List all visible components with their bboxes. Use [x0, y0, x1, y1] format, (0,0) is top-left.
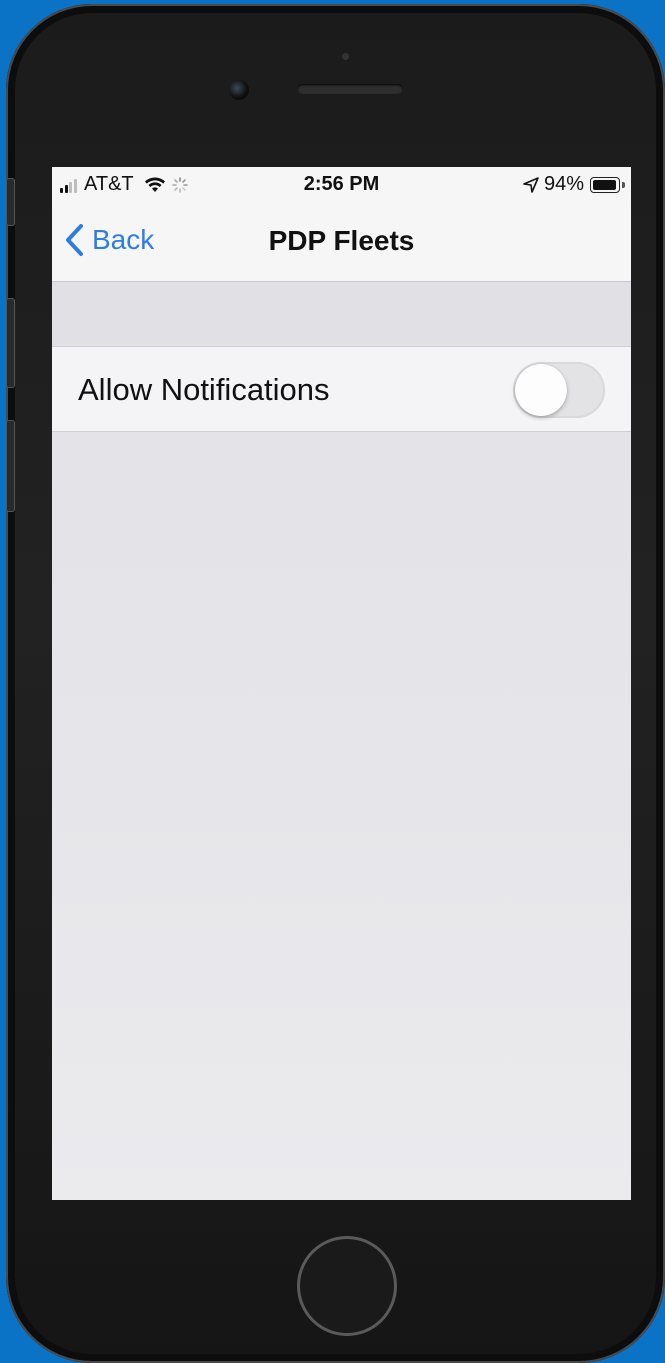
navigation-bar: Back PDP Fleets — [52, 203, 631, 282]
page-title: PDP Fleets — [268, 225, 415, 256]
section-header-gap — [52, 282, 631, 346]
screen: AT&T 2:56 PM 94% Back PDP Fleets Allow N… — [52, 167, 631, 1200]
allow-notifications-toggle[interactable] — [513, 362, 605, 418]
allow-notifications-cell: Allow Notifications — [52, 346, 631, 432]
silent-switch — [6, 178, 15, 226]
toggle-knob — [515, 364, 567, 416]
battery-fill — [593, 179, 616, 190]
front-camera — [229, 80, 249, 100]
home-button[interactable] — [297, 1236, 397, 1336]
status-right: 94% — [522, 173, 625, 196]
battery-icon — [590, 176, 620, 193]
battery-nub — [622, 181, 625, 188]
earpiece-speaker — [297, 84, 403, 94]
location-arrow-icon — [523, 176, 539, 193]
battery-percentage: 94% — [543, 173, 584, 195]
volume-down-button — [6, 420, 15, 512]
status-bar: AT&T 2:56 PM 94% — [52, 167, 631, 203]
proximity-sensor — [342, 53, 349, 60]
volume-up-button — [6, 298, 15, 388]
allow-notifications-label: Allow Notifications — [78, 372, 330, 407]
